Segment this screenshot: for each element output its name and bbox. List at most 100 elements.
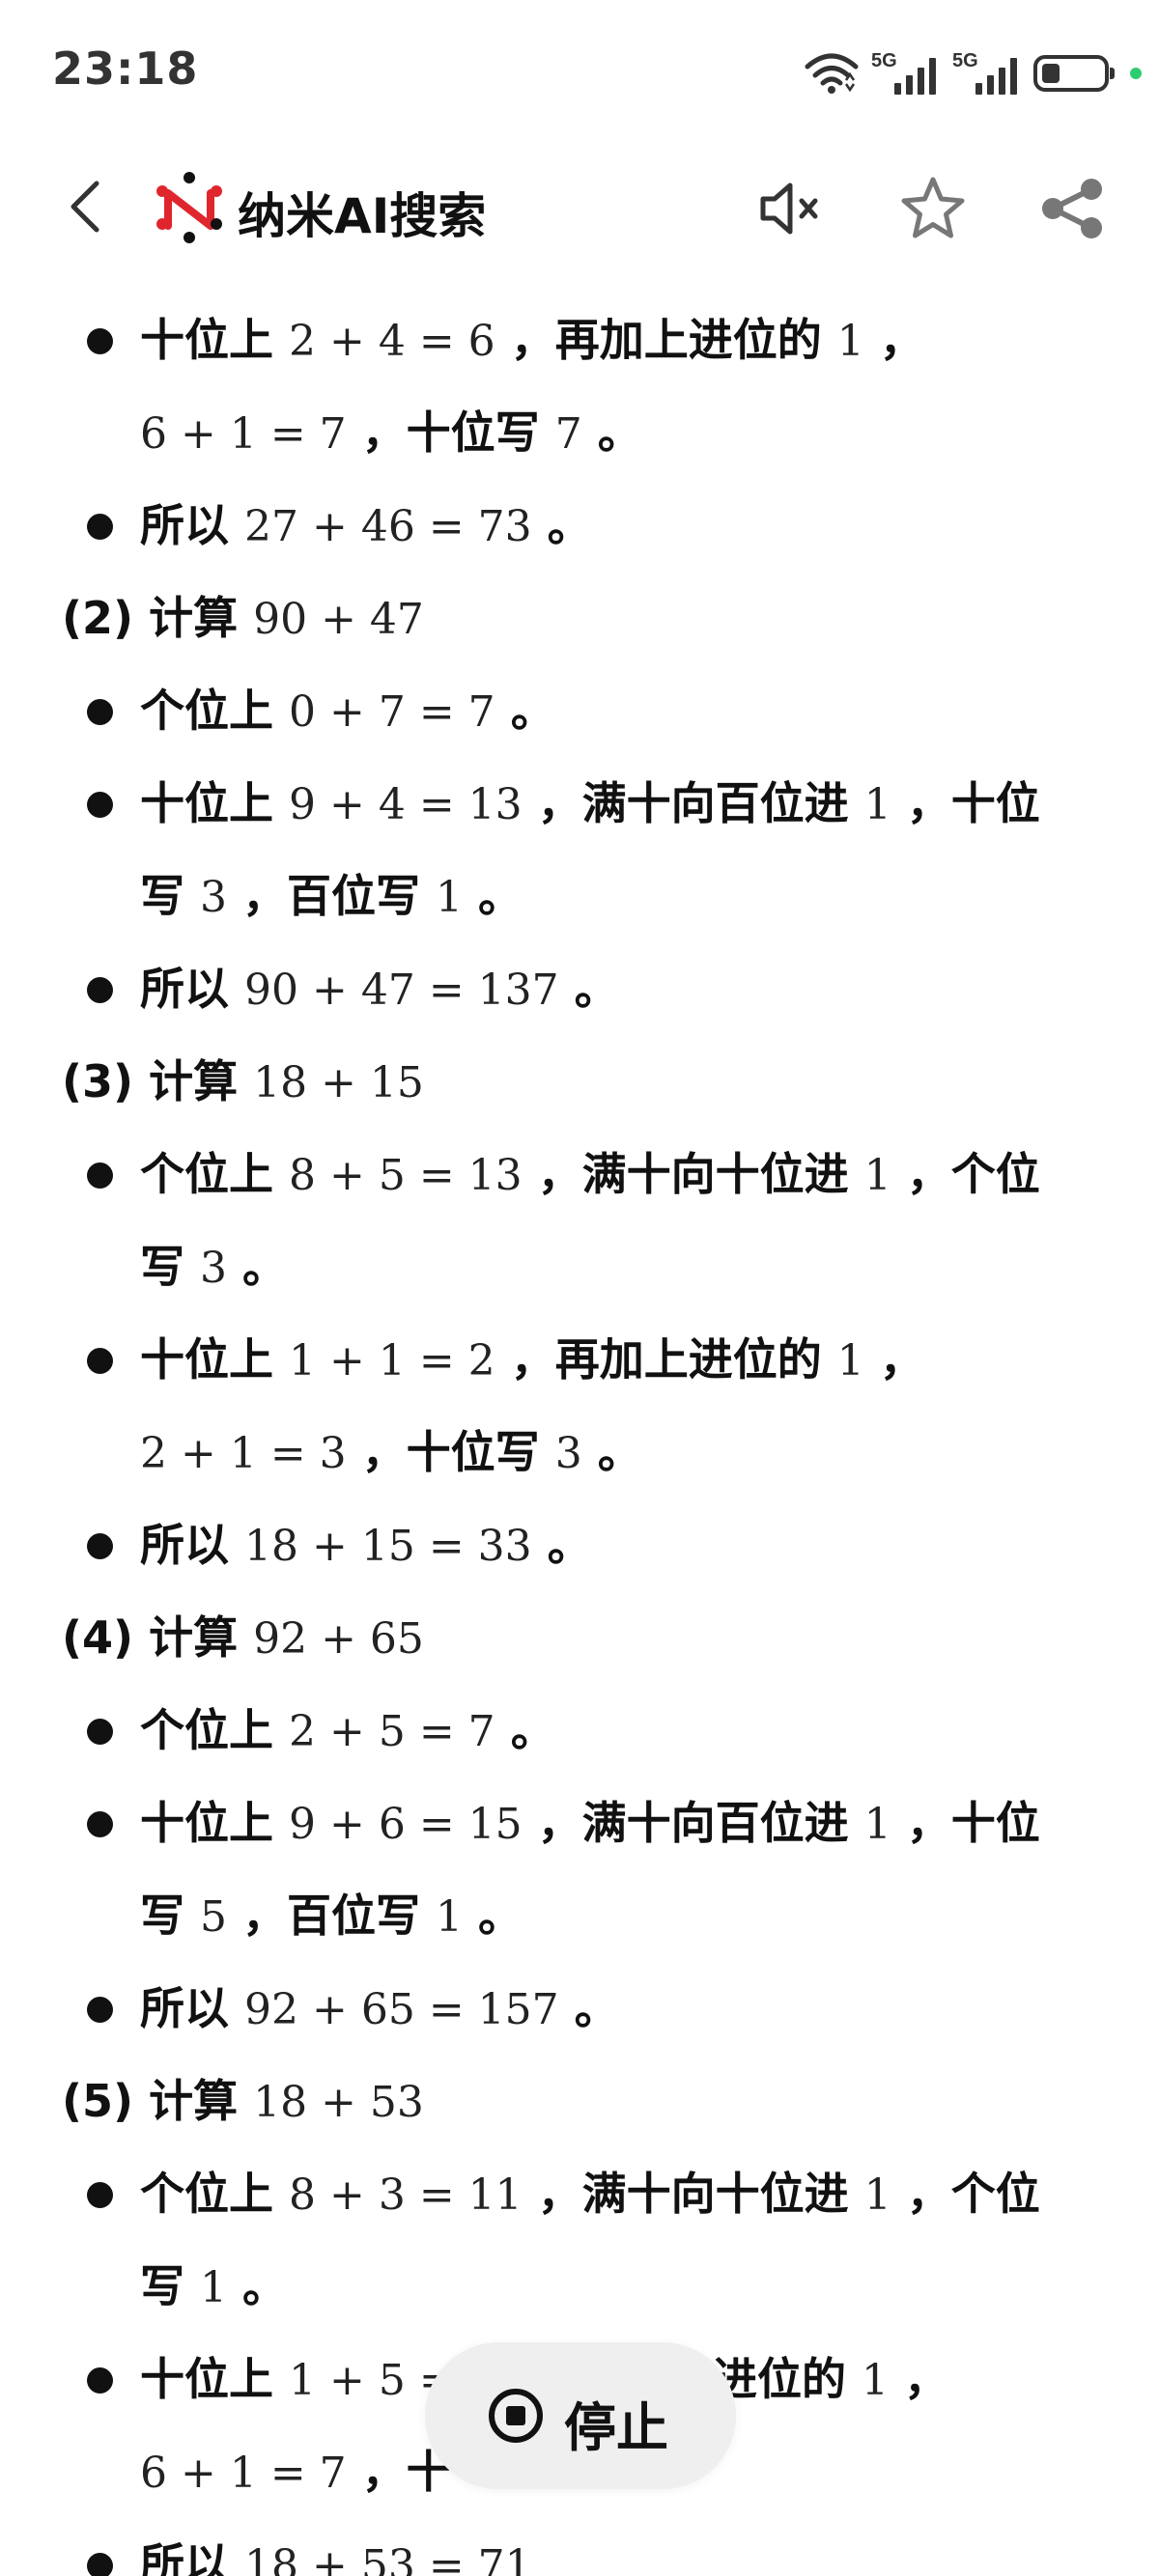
text: 个位上 xyxy=(140,1704,290,1756)
list-item-continuation: 写 3 ，百位写 1 。 xyxy=(0,850,1159,942)
text: ，再加上进位的 xyxy=(495,1333,837,1386)
share-icon[interactable] xyxy=(1035,172,1109,245)
bullet xyxy=(87,792,113,818)
star-icon[interactable] xyxy=(896,172,970,245)
text: 十位上 xyxy=(140,1797,290,1849)
math-expression: 8 + 3 = 11 xyxy=(289,2170,523,2220)
status-icons: 5G 5G xyxy=(804,48,1142,98)
text: ， xyxy=(863,314,924,366)
math-expression: 1 xyxy=(436,873,464,922)
status-time: 23:18 xyxy=(52,42,199,95)
math-expression: 18 + 53 = 71 xyxy=(244,2541,532,2576)
text: 个位上 xyxy=(140,685,290,737)
stop-generation-button[interactable]: 停止 xyxy=(425,2342,736,2489)
text: ，十位写 xyxy=(346,1426,555,1478)
section-number: (5) xyxy=(62,2075,134,2127)
text: 个位上 xyxy=(140,1148,290,1200)
math-expression: 27 + 46 = 73 xyxy=(244,502,532,551)
section-heading: (3) 计算 18 + 15 xyxy=(0,1035,1159,1128)
app-bar: 纳米AI搜索 xyxy=(0,145,1159,270)
cellular-signal-icon: 5G xyxy=(871,50,941,97)
bullet xyxy=(87,1997,113,2023)
text: ，满十向百位进 xyxy=(522,777,864,829)
math-expression: 6 + 1 = 7 xyxy=(140,2449,347,2498)
math-expression: 1 xyxy=(863,1151,891,1200)
bullet xyxy=(87,2553,113,2576)
app-title: 纳米AI搜索 xyxy=(238,188,487,244)
text: ，满十向十位进 xyxy=(522,1148,864,1200)
text: ， xyxy=(863,1333,924,1386)
text: 所以 xyxy=(140,1982,245,2034)
math-expression: 1 + 1 = 2 xyxy=(289,1336,495,1386)
math-expression: 3 xyxy=(554,1429,582,1478)
text: ，个位 xyxy=(890,1148,1040,1200)
math-expression: 0 + 7 = 7 xyxy=(289,687,495,737)
math-expression: 3 xyxy=(200,873,228,922)
math-expression: 92 + 65 = 157 xyxy=(244,1985,559,2034)
math-expression: 2 + 1 = 3 xyxy=(140,1429,347,1478)
math-expression: 90 + 47 xyxy=(253,595,424,644)
text: 。 xyxy=(495,685,555,737)
status-dot xyxy=(1130,68,1142,79)
list-item-continuation: 写 1 。 xyxy=(0,2240,1159,2333)
section-number: (2) xyxy=(62,592,134,644)
list-item: 个位上 8 + 3 = 11 ，满十向十位进 1 ，个位 xyxy=(0,2147,1159,2240)
list-item-continuation: 写 5 ，百位写 1 。 xyxy=(0,1869,1159,1962)
math-expression: 9 + 4 = 13 xyxy=(289,780,523,829)
math-expression: 92 + 65 xyxy=(253,1614,424,1664)
text: 写 xyxy=(140,1890,201,1942)
section-heading: (5) 计算 18 + 53 xyxy=(0,2055,1159,2147)
stop-button-label: 停止 xyxy=(564,2397,668,2458)
list-item-continuation: 6 + 1 = 7 ，十位写 7 。 xyxy=(0,386,1159,479)
network-type-label: 5G xyxy=(952,50,978,71)
text: 。 xyxy=(581,1426,642,1478)
list-item: 所以 18 + 53 = 71 xyxy=(0,2518,1159,2576)
text: ，满十向十位进 xyxy=(522,2168,864,2220)
bullet xyxy=(87,1348,113,1374)
status-bar: 23:18 5G 5G xyxy=(0,0,1159,145)
math-expression: 2 + 4 = 6 xyxy=(289,317,495,366)
wifi-icon xyxy=(805,53,859,94)
section-number: (4) xyxy=(62,1611,134,1664)
bullet xyxy=(87,514,113,540)
list-item: 个位上 2 + 5 = 7 。 xyxy=(0,1684,1159,1777)
math-expression: 2 + 5 = 7 xyxy=(289,1707,495,1756)
text: ，再加上进位的 xyxy=(495,314,837,366)
text: 写 xyxy=(140,870,201,922)
cellular-signal-icon: 5G xyxy=(952,50,1022,97)
battery-icon xyxy=(1033,55,1115,92)
bullet xyxy=(87,2182,113,2208)
text: 。 xyxy=(558,1982,619,2034)
text: ，百位写 xyxy=(227,870,437,922)
text: 十位上 xyxy=(140,314,290,366)
list-item: 所以 92 + 65 = 157 。 xyxy=(0,1962,1159,2055)
text: 计算 xyxy=(133,1611,254,1664)
list-item-continuation: 2 + 1 = 3 ，十位写 3 。 xyxy=(0,1406,1159,1498)
text: 。 xyxy=(463,870,523,922)
list-item: 所以 18 + 15 = 33 。 xyxy=(0,1498,1159,1591)
text: 。 xyxy=(558,963,619,1015)
bullet xyxy=(87,1719,113,1745)
text: 所以 xyxy=(140,963,245,1015)
speaker-muted-icon[interactable] xyxy=(753,172,827,245)
list-item: 十位上 2 + 4 = 6 ，再加上进位的 1 ， xyxy=(0,294,1159,386)
text: 。 xyxy=(531,1519,592,1571)
text: 计算 xyxy=(133,2075,254,2127)
bullet xyxy=(87,977,113,1003)
chevron-left-icon[interactable] xyxy=(58,178,116,236)
math-expression: 9 + 6 = 15 xyxy=(289,1800,523,1849)
math-expression: 1 xyxy=(436,1892,464,1942)
text: ， xyxy=(889,2353,949,2405)
list-item: 所以 90 + 47 = 137 。 xyxy=(0,942,1159,1035)
math-expression: 1 xyxy=(200,2263,228,2312)
list-item-continuation: 写 3 。 xyxy=(0,1220,1159,1313)
text: 。 xyxy=(581,406,642,459)
section-number: (3) xyxy=(62,1055,134,1107)
math-expression: 1 xyxy=(862,2356,890,2405)
text: 所以 xyxy=(140,2538,245,2576)
stop-circle-icon xyxy=(489,2389,543,2443)
list-item: 个位上 8 + 5 = 13 ，满十向十位进 1 ，个位 xyxy=(0,1128,1159,1220)
section-heading: (4) 计算 92 + 65 xyxy=(0,1591,1159,1684)
text: 所以 xyxy=(140,499,245,551)
text: 所以 xyxy=(140,1519,245,1571)
